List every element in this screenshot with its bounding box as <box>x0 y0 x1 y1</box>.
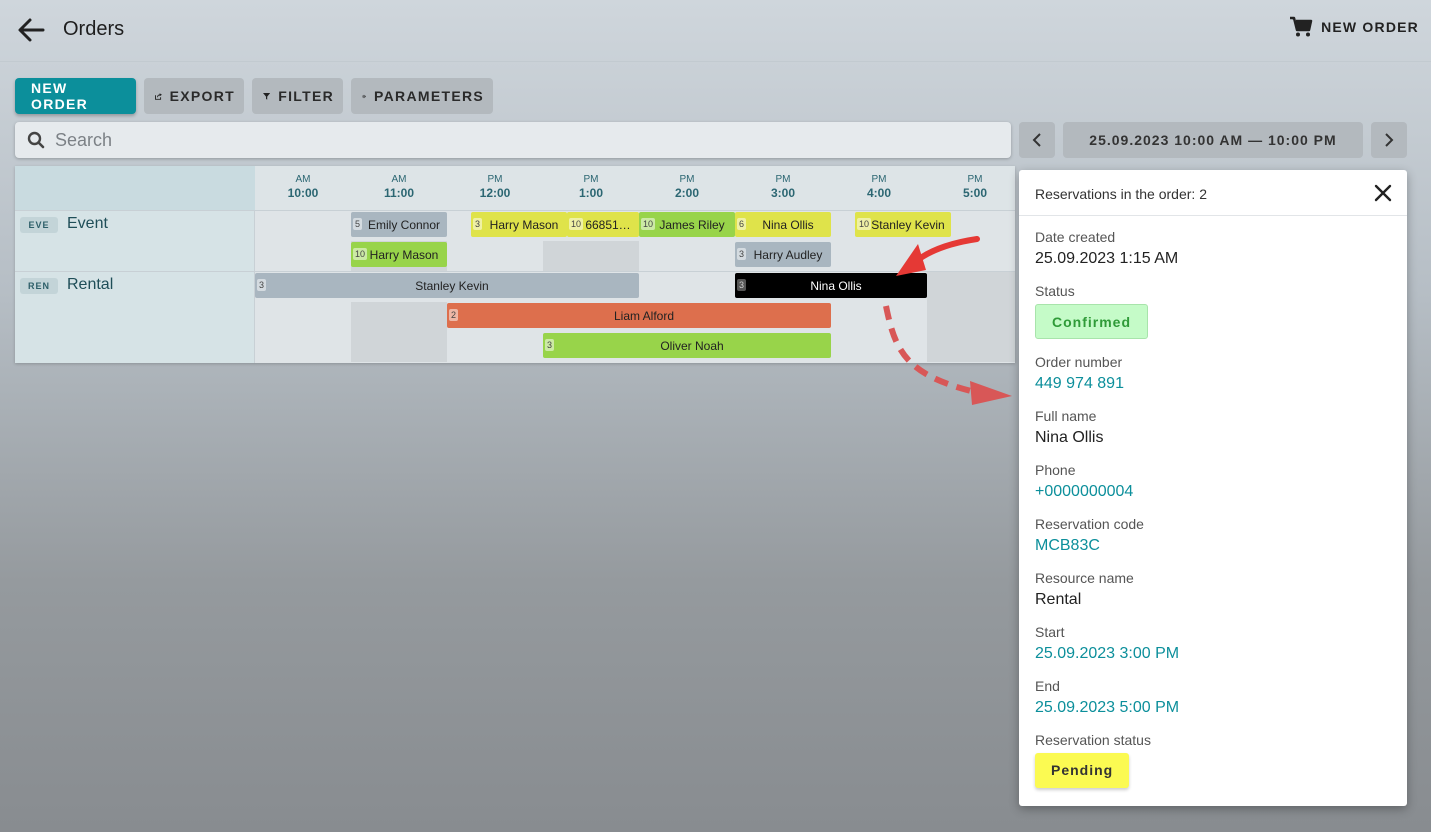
reservation-bar[interactable]: 10 Harry Mason <box>351 242 447 267</box>
new-order-button[interactable]: NEW ORDER <box>15 78 136 114</box>
chevron-left-icon <box>1032 133 1041 147</box>
resource-name: Event <box>67 215 108 232</box>
new-order-label: NEW ORDER <box>31 80 89 112</box>
parameters-label: PARAMETERS <box>374 88 484 104</box>
end-link[interactable]: 25.09.2023 5:00 PM <box>1035 697 1179 719</box>
reservation-bar-selected[interactable]: 3 Nina Ollis <box>735 273 927 298</box>
prev-range-button[interactable] <box>1019 122 1055 158</box>
resource-code-badge: REN <box>20 278 58 294</box>
hour-header: PM 2:00 <box>674 174 700 200</box>
timeline-grid: AM 10:00 AM 11:00 PM 12:00 PM 1:00 PM 2:00 PM… <box>15 166 1015 363</box>
field-reservation-code: Reservation code MCB83C <box>1035 516 1144 557</box>
search-icon <box>27 131 45 149</box>
toolbar: NEW ORDER EXPORT FILTER PARAMETERS <box>15 78 493 114</box>
hour-header: PM 12:00 <box>479 174 511 200</box>
field-start: Start 25.09.2023 3:00 PM <box>1035 624 1179 665</box>
panel-title: Reservations in the order: 2 <box>1035 186 1207 202</box>
filter-label: FILTER <box>278 88 334 104</box>
busy-cell <box>543 241 639 271</box>
chevron-right-icon <box>1385 133 1394 147</box>
export-label: EXPORT <box>169 88 235 104</box>
hour-header: AM 10:00 <box>287 174 319 200</box>
next-range-button[interactable] <box>1371 122 1407 158</box>
resource-label: REN Rental <box>15 272 255 363</box>
status-badge: Confirmed <box>1035 304 1148 339</box>
field-full-name: Full name Nina Ollis <box>1035 408 1104 446</box>
back-arrow-icon[interactable] <box>16 16 46 44</box>
close-icon[interactable] <box>1373 183 1393 203</box>
reservation-bar[interactable]: 10 Stanley Kevin <box>855 212 951 237</box>
reservation-bar[interactable]: 3 Harry Mason <box>471 212 567 237</box>
field-end: End 25.09.2023 5:00 PM <box>1035 678 1179 719</box>
hour-header: PM 1:00 <box>578 174 604 200</box>
reservation-bar[interactable]: 3 Harry Audley <box>735 242 831 267</box>
reservation-bar[interactable]: 2 Liam Alford <box>447 303 831 328</box>
hour-header: PM 5:00 <box>962 174 988 200</box>
hour-header: PM 4:00 <box>866 174 892 200</box>
app-bar: Orders NEW ORDER <box>0 0 1431 62</box>
top-new-order-button[interactable]: NEW ORDER <box>1289 16 1419 38</box>
filter-button[interactable]: FILTER <box>252 78 343 114</box>
start-link[interactable]: 25.09.2023 3:00 PM <box>1035 643 1179 665</box>
reservation-bar[interactable]: 10 66851… <box>567 212 639 237</box>
reservation-code-link[interactable]: MCB83C <box>1035 535 1144 557</box>
search-bar <box>15 122 1011 158</box>
hour-header: PM 3:00 <box>770 174 796 200</box>
hour-header: AM 11:00 <box>383 174 415 200</box>
timeline-corner <box>15 166 255 210</box>
resource-row-rental: REN Rental 3 Stanley Kevin 3 Nina Ollis 2L… <box>15 271 1015 363</box>
phone-link[interactable]: +0000000004 <box>1035 481 1133 503</box>
resource-code-badge: EVE <box>20 217 58 233</box>
share-icon <box>155 92 162 100</box>
date-range-selector[interactable]: 25.09.2023 10:00 AM — 10:00 PM <box>1063 122 1363 158</box>
top-new-order-label: NEW ORDER <box>1321 19 1419 35</box>
field-order-number: Order number 449 974 891 <box>1035 354 1124 395</box>
cart-icon <box>1290 16 1313 37</box>
field-phone: Phone +0000000004 <box>1035 462 1133 503</box>
field-date-created: Date created 25.09.2023 1:15 AM <box>1035 229 1179 267</box>
resource-name: Rental <box>67 276 114 293</box>
reservation-status-badge[interactable]: Pending <box>1035 753 1130 788</box>
resource-row-event: EVE Event 5 Emily Connor 3 Harry Mason 10 6… <box>15 210 1015 271</box>
reservation-bar[interactable]: 10 James Riley <box>639 212 735 237</box>
field-status: Status Confirmed <box>1035 283 1148 339</box>
reservation-bar[interactable]: 5 Emily Connor <box>351 212 447 237</box>
reservation-detail-panel: Reservations in the order: 2 Date create… <box>1019 170 1407 806</box>
order-number-link[interactable]: 449 974 891 <box>1035 373 1124 395</box>
filter-icon <box>263 92 271 100</box>
busy-cell <box>351 302 447 362</box>
field-resource-name: Resource name Rental <box>1035 570 1134 608</box>
parameters-button[interactable]: PARAMETERS <box>351 78 493 114</box>
reservation-bar[interactable]: 6 Nina Ollis <box>735 212 831 237</box>
panel-header: Reservations in the order: 2 <box>1019 170 1407 216</box>
busy-cell <box>927 272 1015 362</box>
field-reservation-status: Reservation status Pending <box>1035 732 1151 788</box>
page-title: Orders <box>63 18 125 40</box>
gear-icon <box>362 94 366 98</box>
resource-label: EVE Event <box>15 211 255 271</box>
export-button[interactable]: EXPORT <box>144 78 244 114</box>
reservation-bar[interactable]: 3 Stanley Kevin <box>255 273 639 298</box>
reservation-bar[interactable]: 3 Oliver Noah <box>543 333 831 358</box>
timeline-hours-header: AM 10:00 AM 11:00 PM 12:00 PM 1:00 PM 2:00 PM… <box>255 166 1015 210</box>
search-input[interactable] <box>55 129 955 151</box>
